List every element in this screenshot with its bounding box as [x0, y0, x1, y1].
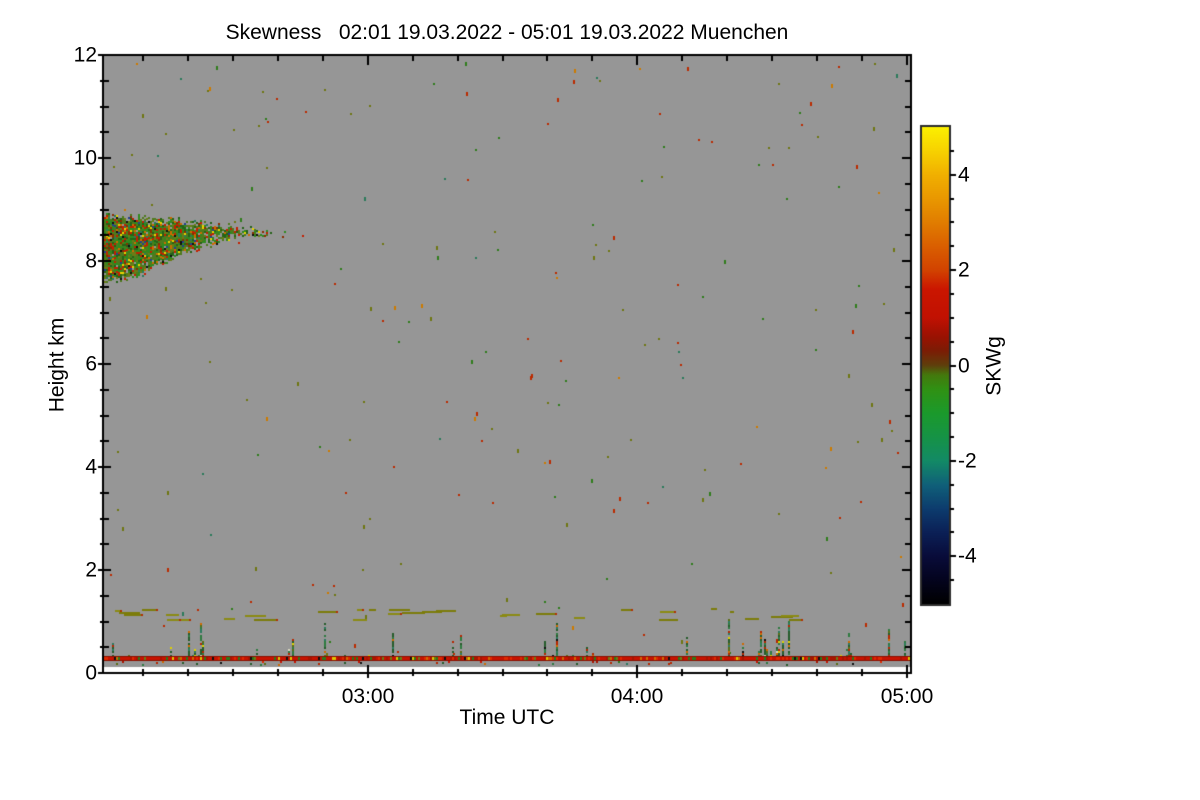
colorbar-tick-label: 2: [958, 258, 970, 282]
y-tick-label: 12: [73, 43, 97, 67]
colorbar-tick-label: 4: [958, 163, 970, 187]
y-tick-label: 6: [85, 352, 97, 376]
colorbar-tick-label: -2: [958, 449, 977, 473]
y-tick-label: 8: [85, 249, 97, 273]
chart-title: Skewness 02:01 19.03.2022 - 05:01 19.03.…: [225, 21, 789, 44]
y-tick-label: 10: [73, 146, 97, 170]
x-tick-label: 05:00: [880, 685, 934, 708]
x-axis-label: Time UTC: [459, 706, 555, 729]
colorbar-label: SKWg: [982, 336, 1006, 396]
heatmap-plot-canvas: [0, 0, 1200, 800]
skewness-heatmap-figure: Skewness 02:01 19.03.2022 - 05:01 19.03.…: [0, 0, 1200, 800]
y-tick-label: 2: [85, 558, 97, 582]
colorbar-tick-label: -4: [958, 544, 977, 568]
x-tick-label: 04:00: [610, 685, 664, 708]
colorbar-tick-label: 0: [958, 354, 970, 378]
y-tick-label: 4: [85, 455, 97, 479]
y-tick-label: 0: [85, 661, 97, 685]
x-tick-label: 03:00: [341, 685, 395, 708]
